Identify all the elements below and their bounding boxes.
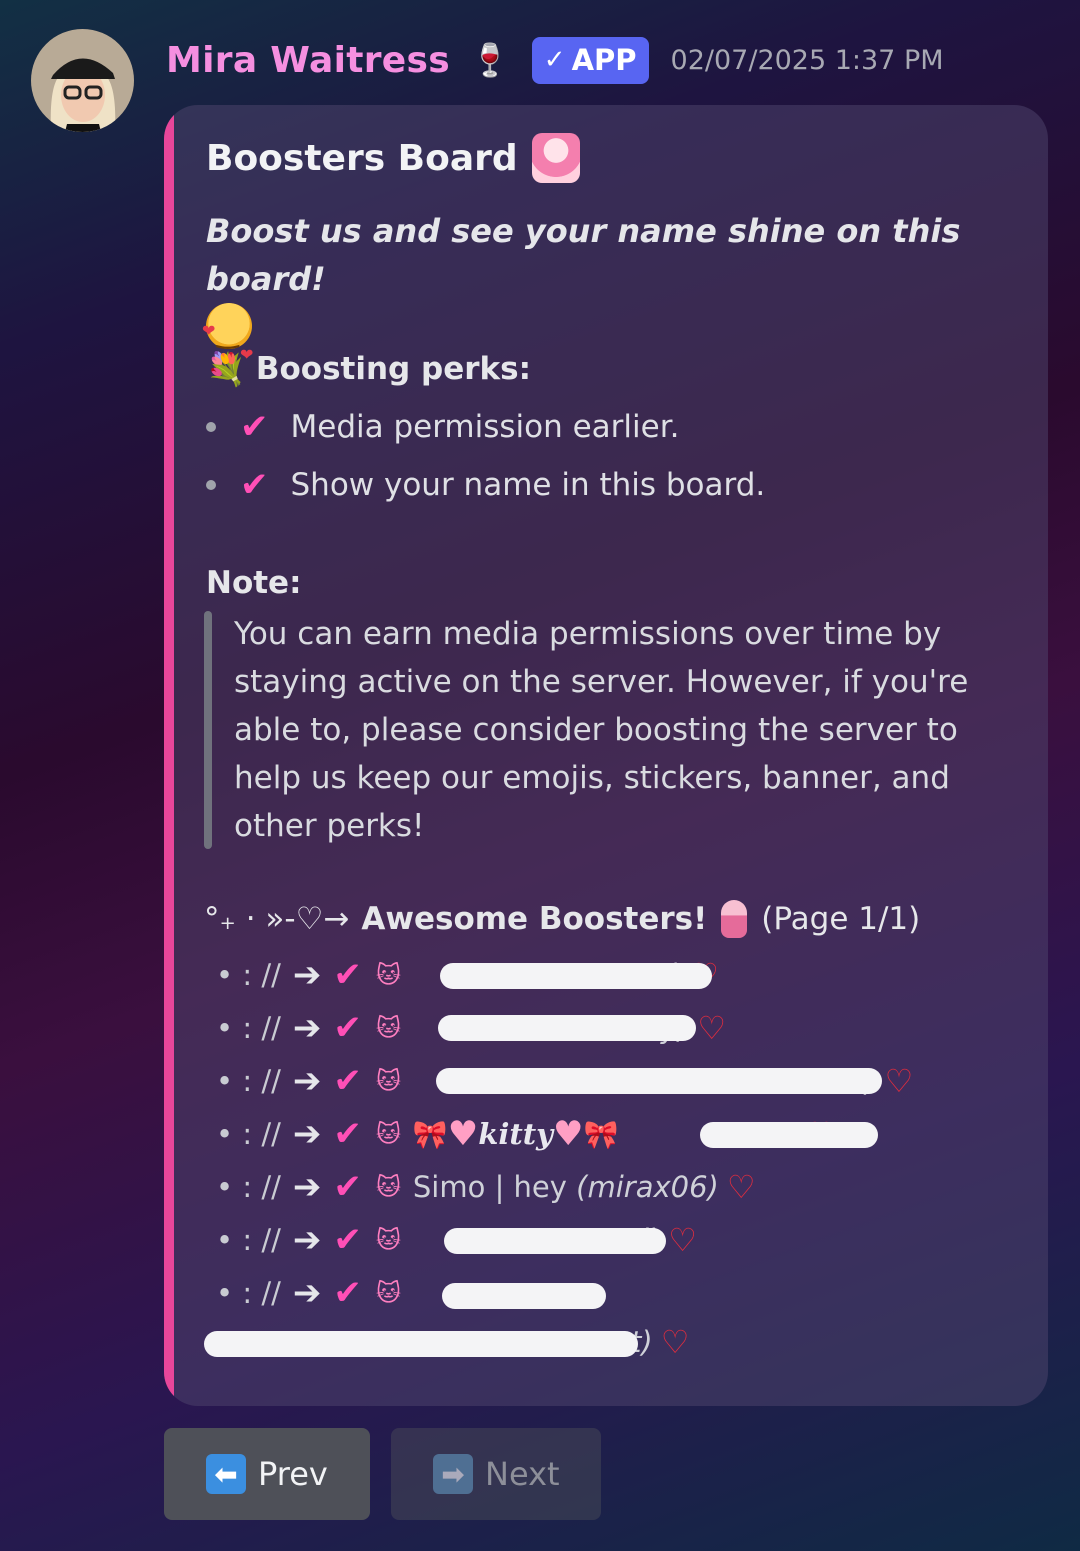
perk-text: Show your name in this board. xyxy=(290,467,766,503)
note-heading: Note: xyxy=(206,565,302,601)
boosters-heading-text: Awesome Boosters! xyxy=(361,901,708,937)
row-prefix: • : // xyxy=(216,1170,281,1204)
row-prefix: • : // xyxy=(216,1117,281,1151)
redaction-mark xyxy=(700,1122,878,1148)
hello-kitty-icon: 🐱 xyxy=(375,1279,401,1307)
prev-button-label: Prev xyxy=(258,1455,328,1493)
pink-check-icon: ✔ xyxy=(333,1273,362,1313)
perk-text: Media permission earlier. xyxy=(290,409,680,445)
blockquote-bar xyxy=(204,611,212,849)
next-button[interactable]: ➡ Next xyxy=(391,1428,601,1520)
note-blockquote: You can earn media permissions over time… xyxy=(234,610,994,850)
ribbon-icon: 🎀 xyxy=(583,1117,619,1151)
prev-button[interactable]: ⬅ Prev xyxy=(164,1428,370,1520)
next-button-label: Next xyxy=(485,1455,560,1493)
red-heart-icon: ♡ xyxy=(668,1221,697,1259)
perk-item: ✔ Show your name in this board. xyxy=(206,465,765,505)
row-prefix: • : // xyxy=(216,1064,281,1098)
boosters-heading: °₊ · »-♡→ Awesome Boosters! (Page 1/1) xyxy=(204,900,920,938)
booster-row: • : // ➔ ✔ 🐱 Simo | hey (mirax06) ♡ xyxy=(216,1162,756,1212)
bullet-icon xyxy=(206,422,216,432)
app-badge-label: APP xyxy=(571,43,637,77)
bouquet-icon: 💐 xyxy=(206,350,246,388)
booster-name: Simo | hey (mirax06) xyxy=(412,1170,719,1204)
arrow-icon: ➔ xyxy=(292,1114,322,1154)
hello-kitty-icon: 🐱 xyxy=(375,961,401,989)
pink-check-icon: ✔ xyxy=(240,465,269,505)
red-heart-icon: ♡ xyxy=(726,1168,756,1206)
perk-item: ✔ Media permission earlier. xyxy=(206,407,679,447)
pink-check-icon: ✔ xyxy=(333,1220,362,1260)
page-indicator: (Page 1/1) xyxy=(761,901,921,937)
note-line: other perks! xyxy=(234,808,425,844)
decorative-prefix: °₊ · »-♡→ xyxy=(204,901,350,937)
redaction-mark xyxy=(436,1068,882,1094)
pink-heart-icon: ♥ xyxy=(553,1114,584,1154)
row-prefix: • : // xyxy=(216,1011,281,1045)
hello-kitty-icon: 🐱 xyxy=(375,1226,401,1254)
pink-check-icon: ✔ xyxy=(333,1114,362,1154)
embed-card: Boosters Board Boost us and see your nam… xyxy=(164,105,1048,1406)
arrow-icon: ➔ xyxy=(292,955,322,995)
arrow-icon: ➔ xyxy=(292,1220,322,1260)
embed-accent-bar xyxy=(164,105,174,1406)
perks-heading-text: Boosting perks: xyxy=(255,351,531,387)
red-heart-icon: ♡ xyxy=(697,1009,727,1047)
pink-check-icon: ✔ xyxy=(333,1167,362,1207)
pink-heart-icon: ♥ xyxy=(447,1114,479,1154)
note-line: staying active on the server. However, i… xyxy=(234,664,969,700)
doll-icon xyxy=(721,900,748,938)
tagline-text: Boost us and see your name shine on this… xyxy=(206,212,961,298)
message-timestamp[interactable]: 02/07/2025 1:37 PM xyxy=(671,45,944,76)
arrow-icon: ➔ xyxy=(292,1167,322,1207)
app-badge: ✓ APP xyxy=(531,36,649,84)
arrow-icon: ➔ xyxy=(292,1008,322,1048)
pink-check-icon: ✔ xyxy=(333,1008,362,1048)
wine-glass-icon: 🍷 xyxy=(469,41,510,79)
pink-check-icon: ✔ xyxy=(333,1061,362,1101)
note-line: You can earn media permissions over time… xyxy=(234,616,942,652)
embed-title: Boosters Board xyxy=(206,133,580,183)
bullet-icon xyxy=(206,480,216,490)
perks-heading: 💐 Boosting perks: xyxy=(206,350,531,388)
left-arrow-icon: ⬅ xyxy=(206,1454,246,1494)
red-heart-icon: ♡ xyxy=(884,1062,914,1100)
message-header: Mira Waitress 🍷 ✓ APP 02/07/2025 1:37 PM xyxy=(166,30,944,90)
avatar-image xyxy=(31,29,134,132)
hello-kitty-icon: 🐱 xyxy=(375,1067,401,1095)
booster-name: kitty xyxy=(478,1117,554,1151)
note-line: able to, please consider boosting the se… xyxy=(234,712,958,748)
pink-check-icon: ✔ xyxy=(333,955,362,995)
avatar[interactable] xyxy=(31,29,134,132)
embed-tagline: Boost us and see your name shine on this… xyxy=(202,207,1026,364)
arrow-icon: ➔ xyxy=(292,1273,322,1313)
checkmark-icon: ✓ xyxy=(543,45,566,75)
author-name[interactable]: Mira Waitress xyxy=(166,40,450,81)
pink-check-icon: ✔ xyxy=(240,407,269,447)
red-heart-icon: ♡ xyxy=(660,1323,690,1361)
row-prefix: • : // xyxy=(216,1223,281,1257)
redaction-mark xyxy=(442,1283,606,1309)
hello-kitty-icon: 🐱 xyxy=(375,1173,401,1201)
note-line: help us keep our emojis, stickers, banne… xyxy=(234,760,950,796)
redaction-mark xyxy=(440,963,712,989)
redaction-mark xyxy=(204,1331,638,1357)
row-prefix: • : // xyxy=(216,958,281,992)
row-prefix: • : // xyxy=(216,1276,281,1310)
ribbon-icon: 🎀 xyxy=(412,1117,448,1151)
right-arrow-icon: ➡ xyxy=(433,1454,473,1494)
anime-girl-heart-icon xyxy=(531,133,580,183)
redaction-mark xyxy=(438,1015,696,1041)
smiling-face-hearts-icon: ❤ ❤ xyxy=(202,303,253,364)
arrow-icon: ➔ xyxy=(292,1061,322,1101)
embed-title-text: Boosters Board xyxy=(206,137,518,179)
hello-kitty-icon: 🐱 xyxy=(375,1120,401,1148)
redaction-mark xyxy=(444,1228,666,1254)
hello-kitty-icon: 🐱 xyxy=(375,1014,401,1042)
